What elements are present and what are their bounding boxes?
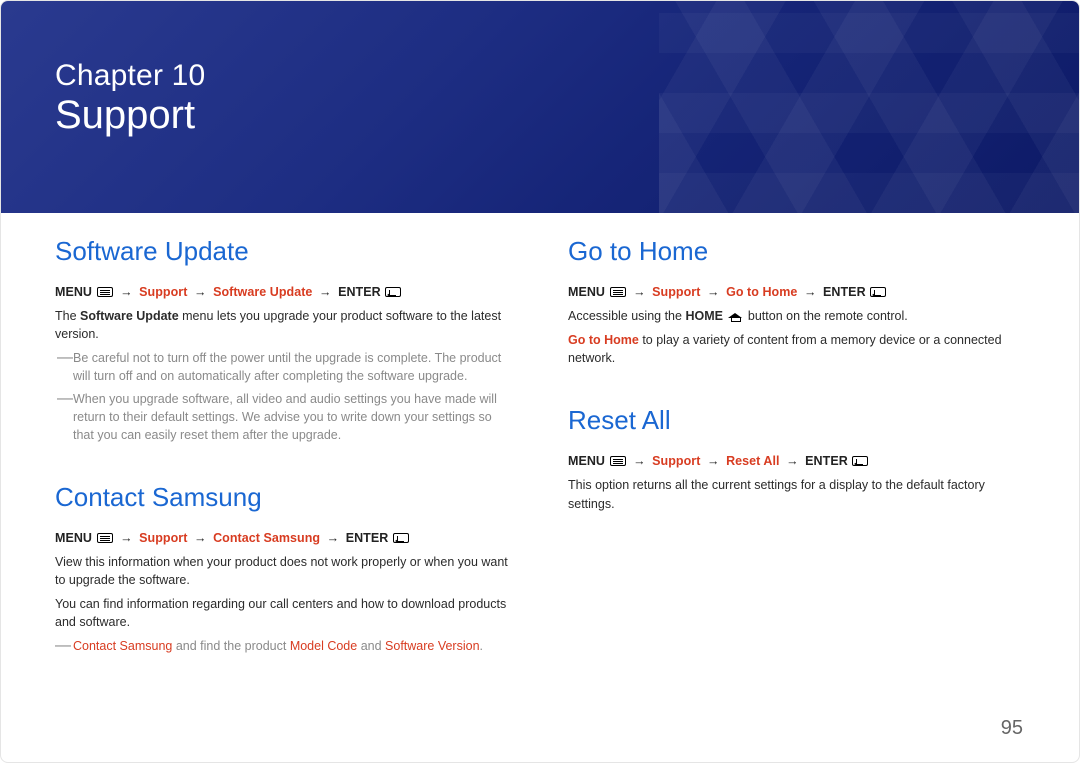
arrow-icon: → [117,285,136,299]
text: The [55,309,80,323]
path-contact-samsung: Contact Samsung [213,531,320,545]
path-support: Support [652,454,700,468]
chapter-title: Support [55,93,195,138]
text-red: Software Version [385,639,480,653]
go-home-line2: Go to Home to play a variety of content … [568,331,1025,367]
path-support: Support [652,285,700,299]
label-menu: MENU [55,531,92,545]
enter-icon [385,287,401,297]
label-enter: ENTER [338,285,381,299]
contact-para-1: View this information when your product … [55,553,512,589]
heading-software-update: Software Update [55,236,512,267]
right-column: Go to Home MENU → Support → Go to Home →… [568,236,1025,661]
arrow-icon: → [630,454,649,468]
note-text: Be careful not to turn off the power unt… [73,349,512,385]
path-support: Support [139,285,187,299]
go-home-line1: Accessible using the HOME button on the … [568,307,1025,325]
dash-icon: ― [55,346,73,382]
enter-icon [852,456,868,466]
label-menu: MENU [568,285,605,299]
path-software-update: Software Update [213,285,312,299]
arrow-icon: → [704,285,723,299]
label-enter: ENTER [346,531,389,545]
arrow-icon: → [117,531,136,545]
menu-icon [610,456,626,466]
label-enter: ENTER [823,285,866,299]
contact-para-2: You can find information regarding our c… [55,595,512,631]
menu-icon [610,287,626,297]
menu-path-reset-all: MENU → Support → Reset All → ENTER [568,454,1025,468]
text: Accessible using the [568,309,685,323]
chapter-number: Chapter 10 [55,59,205,93]
arrow-icon: → [191,285,210,299]
path-reset-all: Reset All [726,454,779,468]
heading-reset-all: Reset All [568,405,1025,436]
content-columns: Software Update MENU → Support → Softwar… [55,236,1025,661]
text: button on the remote control. [748,309,908,323]
menu-path-software-update: MENU → Support → Software Update → ENTER [55,285,512,299]
note-text: When you upgrade software, all video and… [73,390,512,444]
enter-icon [870,287,886,297]
arrow-icon: → [191,531,210,545]
menu-path-go-to-home: MENU → Support → Go to Home → ENTER [568,285,1025,299]
manual-page: Chapter 10 Support Software Update MENU … [0,0,1080,763]
dash-icon: ― [55,387,73,441]
reset-all-para: This option returns all the current sett… [568,476,1025,512]
dash-icon: ― [55,634,73,657]
home-icon [728,309,742,321]
label-menu: MENU [568,454,605,468]
menu-icon [97,287,113,297]
note-item: ― When you upgrade software, all video a… [55,390,512,444]
page-number: 95 [1001,717,1023,740]
text: and [357,639,385,653]
text-bold: Software Update [80,309,179,323]
text: and find the product [172,639,289,653]
software-update-intro: The Software Update menu lets you upgrad… [55,307,512,343]
arrow-icon: → [801,285,820,299]
chapter-banner: Chapter 10 Support [1,1,1079,213]
note-item: ― Be careful not to turn off the power u… [55,349,512,385]
enter-icon [393,533,409,543]
heading-contact-samsung: Contact Samsung [55,482,512,513]
heading-go-to-home: Go to Home [568,236,1025,267]
text-red: Model Code [290,639,357,653]
menu-icon [97,533,113,543]
menu-path-contact-samsung: MENU → Support → Contact Samsung → ENTER [55,531,512,545]
tip-text: Contact Samsung and find the product Mod… [73,637,512,660]
arrow-icon: → [324,531,343,545]
text-red: Go to Home [568,333,639,347]
arrow-icon: → [316,285,335,299]
left-column: Software Update MENU → Support → Softwar… [55,236,512,661]
text-bold: HOME [685,309,723,323]
label-menu: MENU [55,285,92,299]
arrow-icon: → [704,454,723,468]
arrow-icon: → [630,285,649,299]
text-red: Contact Samsung [73,639,172,653]
path-go-to-home: Go to Home [726,285,797,299]
label-enter: ENTER [805,454,848,468]
contact-tip: ― Contact Samsung and find the product M… [55,637,512,660]
text: . [480,639,483,653]
path-support: Support [139,531,187,545]
arrow-icon: → [783,454,802,468]
